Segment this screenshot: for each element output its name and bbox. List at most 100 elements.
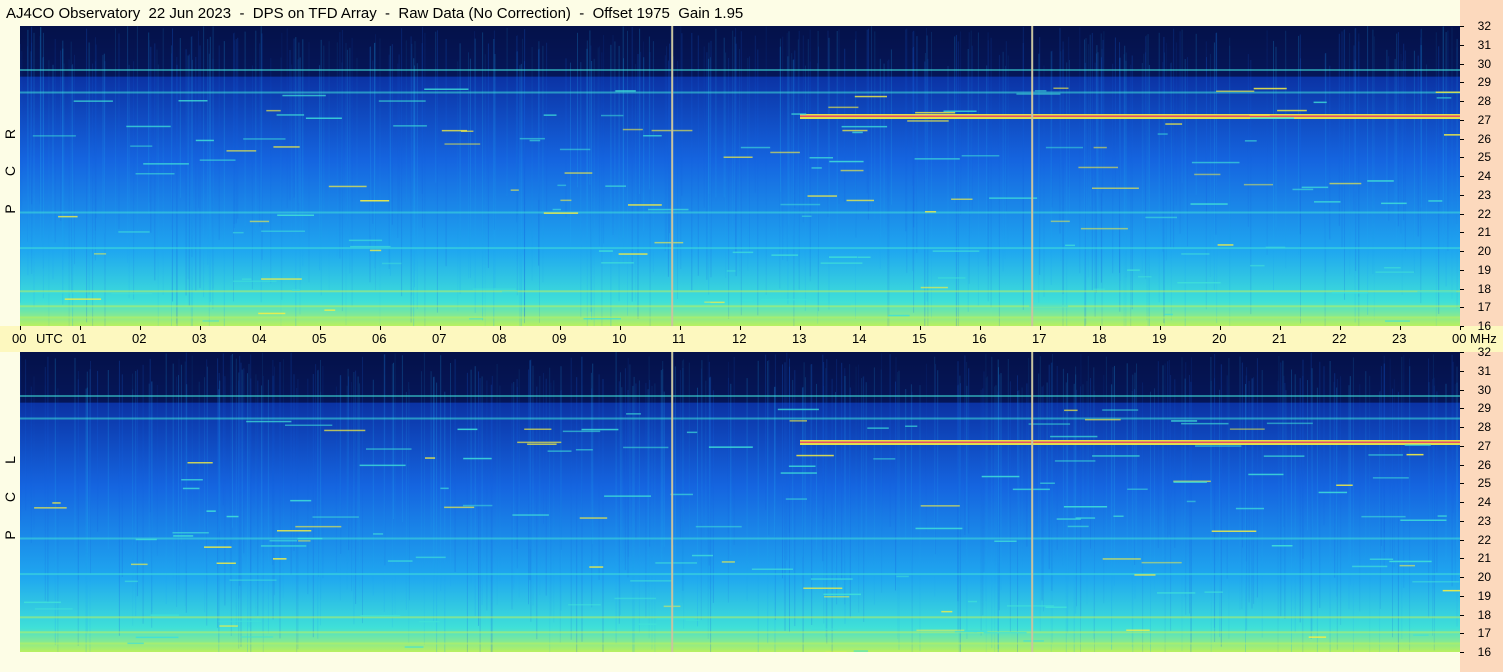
signal-dash (983, 631, 1027, 634)
spectrogram-streak (1148, 65, 1150, 326)
frequency-tick-mark (1460, 288, 1464, 290)
signal-dash (829, 160, 864, 163)
spectrogram-streak (570, 62, 571, 254)
time-tick-mark (500, 326, 501, 330)
signal-dash (951, 198, 973, 200)
spectrogram-streak (320, 359, 321, 626)
signal-dash (780, 203, 821, 206)
spectrogram-streak (855, 31, 857, 238)
spectrogram-streak (85, 388, 87, 652)
signal-dash (369, 249, 382, 252)
spectrogram-streak (322, 366, 324, 579)
signal-dash (232, 280, 277, 282)
interference-band (20, 616, 1460, 619)
time-tick-mark (800, 326, 801, 330)
spectrogram-streak (198, 381, 200, 554)
signal-dash (52, 502, 61, 504)
time-tick-label: 22 (1332, 331, 1347, 346)
spectrogram-streak (389, 45, 391, 276)
spectrogram-streak (1066, 62, 1068, 326)
signal-dash (915, 111, 956, 114)
spectrogram-streak (102, 54, 104, 223)
spectrogram-streak (1421, 28, 1423, 226)
signal-dash (828, 106, 859, 109)
spectrogram-streak (212, 58, 214, 310)
time-tick-mark (260, 326, 261, 330)
spectrogram-streak (1130, 64, 1132, 326)
signal-dash (273, 146, 300, 148)
spectrogram-streak (273, 366, 275, 596)
time-tick-mark (380, 326, 381, 330)
spectrogram-streak (937, 370, 939, 523)
signal-dash (943, 110, 977, 112)
signal-dash (1301, 186, 1329, 189)
spectrogram-streak (127, 26, 129, 263)
signal-dash (441, 129, 467, 132)
spectrogram-streak (77, 371, 79, 580)
spectrogram-streak (1126, 363, 1128, 553)
signal-dash (853, 650, 868, 652)
time-tick-mark (320, 326, 321, 330)
time-tick-mark (1280, 326, 1281, 330)
signal-dash (614, 597, 656, 600)
spectrogram-streak (1397, 391, 1399, 652)
signal-dash (1428, 200, 1443, 202)
spectrogram-streak (747, 57, 749, 271)
spectrogram-streak (401, 28, 403, 297)
signal-dash (915, 527, 963, 530)
time-tick-label: 00 (12, 331, 27, 346)
spectrogram-streak (176, 376, 178, 608)
signal-dash (1400, 519, 1447, 521)
spectrogram-streak (484, 54, 486, 326)
spectrogram-streak (624, 368, 626, 571)
signal-dash (1361, 515, 1406, 518)
frequency-tick-mark (1460, 577, 1464, 578)
signal-dash (655, 562, 697, 564)
signal-dash (182, 487, 200, 490)
spectrogram-streak (565, 58, 567, 218)
signal-dash (1216, 90, 1255, 92)
signal-dash (1372, 477, 1409, 479)
spectrogram-streak (454, 359, 456, 572)
spectrogram-streak (560, 390, 562, 550)
signal-dash (1157, 133, 1168, 135)
frequency-tick-label: 32 (1477, 345, 1491, 359)
signal-dash (1092, 288, 1105, 291)
signal-dash (226, 150, 257, 152)
interference-band (20, 69, 1460, 71)
spectrogram-streak (1179, 31, 1181, 234)
signal-dash (1444, 134, 1460, 136)
spectrogram-streak (959, 375, 961, 652)
spectrogram-streak (1452, 361, 1454, 513)
spectrogram-streak (794, 370, 796, 627)
time-tick-mark (560, 326, 561, 330)
time-tick-label: 21 (1272, 331, 1287, 346)
spectrogram-streak (1285, 30, 1287, 269)
spectrogram-streak (1250, 60, 1252, 315)
spectrogram-streak (1000, 373, 1002, 591)
spectrogram-streak (707, 354, 709, 639)
signal-dash (840, 169, 864, 172)
signal-dash (916, 629, 965, 632)
frequency-tick-label: 29 (1477, 75, 1491, 90)
spectrogram-streak (251, 65, 253, 290)
signal-dash (695, 525, 742, 528)
spectrogram-streak (208, 53, 210, 326)
spectrogram-streak (240, 362, 242, 647)
spectrogram-streak (1103, 374, 1105, 604)
signal-dash (295, 525, 342, 528)
time-tick-mark (440, 326, 441, 330)
spectrogram-streak (41, 57, 43, 212)
spectrogram-streak (995, 385, 997, 536)
spectrogram-streak (1087, 355, 1089, 511)
frequency-tick-mark (1460, 633, 1464, 635)
spectrogram-streak (958, 384, 960, 652)
signal-dash (708, 446, 753, 448)
time-tick-mark (140, 326, 141, 330)
spectrogram-streak (315, 364, 317, 521)
spectrogram-streak (20, 355, 22, 521)
signal-dash (1313, 101, 1327, 104)
spectrogram-streak (635, 64, 637, 302)
frequency-tick-label: 28 (1477, 94, 1491, 108)
spectrogram-streak (927, 58, 929, 326)
